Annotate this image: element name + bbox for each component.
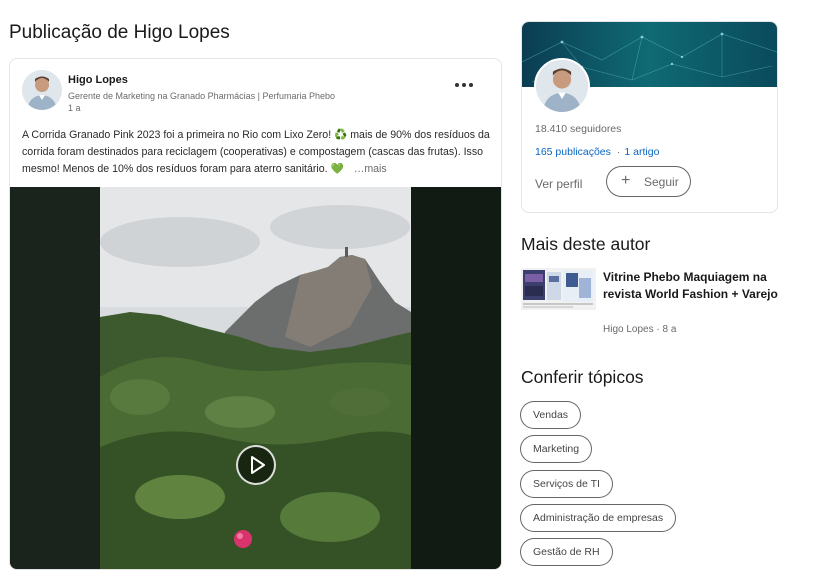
publications-link[interactable]: 165 publicações	[535, 146, 611, 158]
profile-avatar[interactable]	[534, 58, 590, 114]
articles-link[interactable]: 1 artigo	[624, 146, 659, 158]
more-options-button[interactable]	[455, 76, 477, 92]
topic-pill-vendas[interactable]: Vendas	[520, 401, 582, 429]
play-icon	[251, 456, 265, 474]
article-meta: Higo Lopes · 8 a	[603, 324, 676, 335]
post-text-part-1: A Corrida Granado Pink 2023 foi a primei…	[22, 129, 335, 141]
recycle-emoji: ♻️	[334, 129, 348, 141]
article-title[interactable]: Vitrine Phebo Maquiagem na revista World…	[603, 269, 779, 303]
article-item[interactable]: Vitrine Phebo Maquiagem na revista World…	[521, 266, 781, 340]
green-heart-emoji: 💚	[330, 163, 344, 175]
article-thumbnail	[521, 268, 596, 310]
article-author: Higo Lopes	[603, 324, 654, 335]
more-from-author-title: Mais deste autor	[521, 234, 651, 254]
follow-button[interactable]: + Seguir	[606, 166, 691, 197]
topic-pill-marketing[interactable]: Marketing	[520, 435, 593, 463]
topics-title: Conferir tópicos	[521, 367, 644, 387]
post-text: A Corrida Granado Pink 2023 foi a primei…	[22, 127, 492, 178]
post-video[interactable]	[10, 187, 501, 569]
plus-icon: +	[621, 172, 631, 189]
page-title: Publicação de Higo Lopes	[9, 22, 230, 43]
post-card: Higo Lopes Gerente de Marketing na Grana…	[9, 58, 502, 570]
followers-count: 18.410 seguidores	[535, 123, 622, 135]
article-age: 8 a	[662, 324, 677, 335]
stats-separator: ·	[616, 146, 621, 158]
profile-card: 18.410 seguidores 165 publicações · 1 arti…	[521, 21, 778, 213]
topic-pill-administracao-de-empresas[interactable]: Administração de empresas	[520, 504, 677, 532]
author-name[interactable]: Higo Lopes	[68, 74, 128, 86]
post-time: 1 a	[68, 103, 81, 113]
article-meta-separator: ·	[656, 324, 660, 335]
view-profile-link[interactable]: Ver perfil	[535, 177, 582, 191]
author-avatar[interactable]	[22, 70, 62, 110]
follow-label: Seguir	[644, 175, 679, 189]
author-headline: Gerente de Marketing na Granado Pharmáci…	[68, 91, 335, 101]
see-more-link[interactable]: …mais	[354, 163, 387, 175]
topic-pill-gestao-de-rh[interactable]: Gestão de RH	[520, 538, 613, 566]
play-button[interactable]	[236, 445, 276, 485]
topic-pill-servicos-de-ti[interactable]: Serviços de TI	[520, 470, 613, 498]
profile-stats: 165 publicações · 1 artigo	[535, 146, 659, 158]
